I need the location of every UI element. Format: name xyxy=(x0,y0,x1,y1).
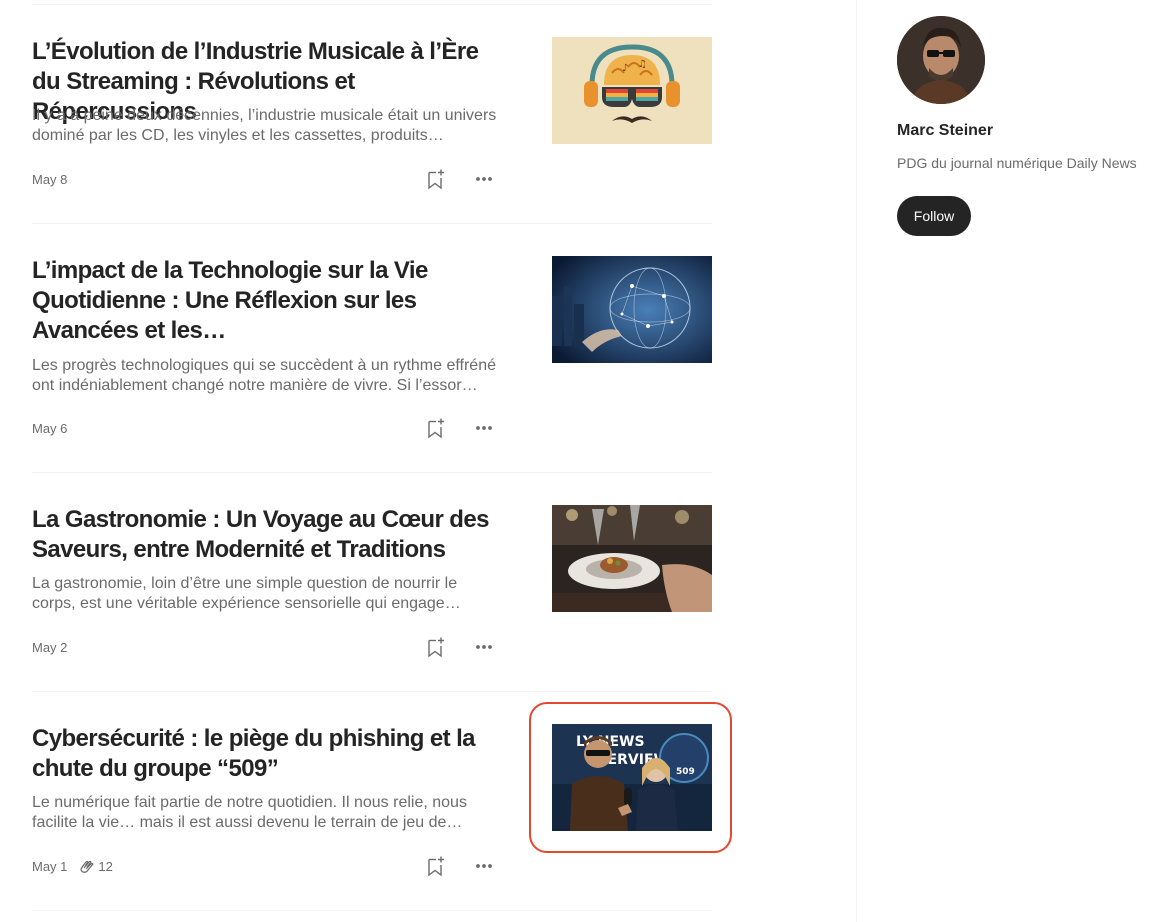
article-title[interactable]: Cybersécurité : le piège du phishing et … xyxy=(32,724,512,784)
clap-count-value: 12 xyxy=(98,858,113,874)
clap-count[interactable]: 12 xyxy=(79,858,113,874)
more-options-icon[interactable] xyxy=(474,856,494,876)
article-divider xyxy=(32,910,712,911)
author-name[interactable]: Marc Steiner xyxy=(897,122,993,140)
article-date: May 8 xyxy=(32,171,68,187)
article-excerpt[interactable]: La gastronomie, loin d’être une simple q… xyxy=(32,574,502,614)
article-thumbnail[interactable]: ♪ ♫ xyxy=(552,37,712,144)
article-date: May 6 xyxy=(32,420,68,436)
top-divider xyxy=(32,4,712,5)
article-divider xyxy=(32,691,712,692)
sidebar-divider xyxy=(856,0,857,922)
thumb-badge-text: 509 xyxy=(676,767,695,777)
avatar[interactable] xyxy=(897,16,985,104)
clap-icon xyxy=(80,860,95,873)
article-meta: May 6 xyxy=(32,418,67,438)
bookmark-add-icon[interactable] xyxy=(426,417,446,439)
bookmark-add-icon[interactable] xyxy=(426,168,446,190)
more-options-icon[interactable] xyxy=(474,637,494,657)
article-thumbnail[interactable] xyxy=(552,256,712,363)
article-date: May 1 xyxy=(32,858,68,874)
svg-text:♫: ♫ xyxy=(638,59,647,70)
article-meta: May 2 xyxy=(32,637,67,657)
article-title[interactable]: La Gastronomie : Un Voyage au Cœur des S… xyxy=(32,505,512,565)
bookmark-add-icon[interactable] xyxy=(426,636,446,658)
article-thumbnail[interactable] xyxy=(552,505,712,612)
article-divider xyxy=(32,472,712,473)
author-bio: PDG du journal numérique Daily News xyxy=(897,155,1137,171)
bookmark-add-icon[interactable] xyxy=(426,855,446,877)
article-divider xyxy=(32,223,712,224)
more-options-icon[interactable] xyxy=(474,418,494,438)
svg-text:♪: ♪ xyxy=(622,63,628,74)
follow-button[interactable]: Follow xyxy=(897,196,971,236)
article-excerpt[interactable]: Les progrès technologiques qui se succèd… xyxy=(32,356,502,396)
article-thumbnail[interactable]: LY NEWS TERVIEW 509 xyxy=(552,724,712,831)
article-excerpt[interactable]: Le numérique fait partie de notre quotid… xyxy=(32,793,502,833)
article-excerpt[interactable]: Il y a à peine deux décennies, l’industr… xyxy=(32,106,502,146)
article-meta: May 1 12 xyxy=(32,856,113,876)
article-meta: May 8 xyxy=(32,169,67,189)
more-options-icon[interactable] xyxy=(474,169,494,189)
article-date: May 2 xyxy=(32,639,68,655)
article-title[interactable]: L’impact de la Technologie sur la Vie Qu… xyxy=(32,256,512,346)
